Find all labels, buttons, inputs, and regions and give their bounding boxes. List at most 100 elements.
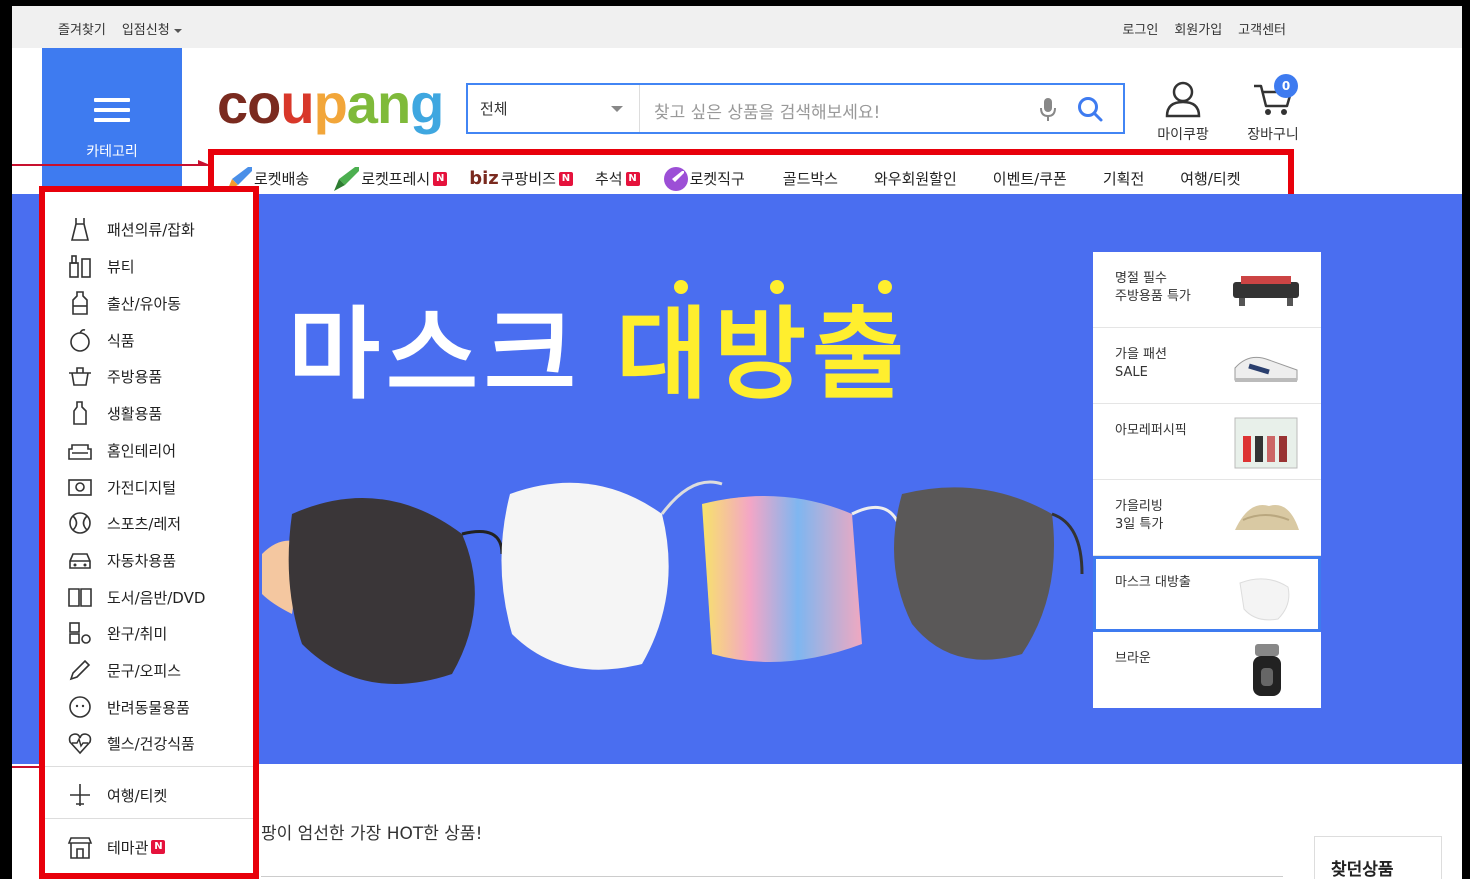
nav-item-label: 골드박스 bbox=[782, 170, 838, 188]
nav-exhibition[interactable]: 기획전 bbox=[1103, 168, 1144, 189]
category-label: 홈인테리어 bbox=[107, 441, 177, 460]
banner-title-yellow: 대방출 bbox=[616, 296, 910, 413]
annotation-arrow bbox=[12, 160, 210, 166]
dress-icon bbox=[70, 218, 90, 241]
new-badge: N bbox=[433, 171, 448, 186]
nav-item-label: 쿠팡비즈 bbox=[500, 170, 556, 188]
category-label: 헬스/건강식품 bbox=[107, 734, 195, 753]
nav-event-coupon[interactable]: 이벤트/쿠폰 bbox=[993, 168, 1067, 189]
decor-dot bbox=[770, 280, 784, 294]
detergent-icon bbox=[73, 401, 87, 425]
book-icon bbox=[68, 588, 92, 607]
category-item[interactable]: 패션의류/잡화 bbox=[67, 216, 195, 242]
search-icon[interactable] bbox=[1076, 95, 1104, 123]
ball-icon bbox=[69, 512, 91, 534]
nav-gold-box[interactable]: 골드박스 bbox=[783, 168, 838, 189]
category-label: 완구/취미 bbox=[107, 624, 168, 643]
seller-apply-link[interactable]: 입점신청 bbox=[122, 19, 182, 38]
airplane-icon bbox=[70, 784, 90, 806]
login-link[interactable]: 로그인 bbox=[1122, 19, 1158, 38]
shaver-icon bbox=[1253, 644, 1281, 696]
nav-item-label: 이벤트/쿠폰 bbox=[992, 170, 1067, 188]
category-item-theme[interactable]: 테마관 N bbox=[67, 834, 166, 860]
bookmark-link[interactable]: 즐겨찾기 bbox=[58, 19, 106, 38]
category-label: 출산/유아동 bbox=[107, 294, 182, 313]
search-category-value: 전체 bbox=[480, 100, 508, 118]
coupang-logo[interactable]: coupang bbox=[217, 74, 444, 134]
microphone-icon[interactable] bbox=[1038, 96, 1058, 122]
promo-item[interactable]: 브라운 bbox=[1093, 632, 1321, 708]
cosmetic-bottle-icon bbox=[69, 255, 91, 278]
dropdown-arrow-icon bbox=[611, 106, 623, 112]
pot-icon bbox=[69, 367, 91, 386]
category-item[interactable]: 완구/취미 bbox=[67, 620, 167, 646]
category-item[interactable]: 자동차용품 bbox=[67, 547, 176, 573]
promo-side-list: 명절 필수 주방용품 특가 가을 패션 SALE 아모레퍼시픽 가을리빙 3일 … bbox=[1093, 252, 1321, 708]
new-badge: N bbox=[625, 171, 640, 186]
category-item[interactable]: 헬스/건강식품 bbox=[67, 730, 195, 756]
category-label: 문구/오피스 bbox=[107, 661, 182, 680]
category-item-travel[interactable]: 여행/티켓 bbox=[67, 782, 167, 808]
mask-icon bbox=[1239, 578, 1290, 621]
search-category-select[interactable]: 전체 bbox=[468, 85, 640, 132]
category-item[interactable]: 식품 bbox=[67, 327, 135, 353]
nav-coupang-biz[interactable]: biz 쿠팡비즈 N bbox=[469, 168, 573, 189]
nav-rocket-fresh[interactable]: 로켓프레시 N bbox=[331, 165, 448, 193]
user-icon bbox=[1165, 81, 1201, 118]
page: 즐겨찾기 입점신청 로그인 회원가입 고객센터 카테고리 coupang 전체 … bbox=[12, 6, 1462, 879]
nav-rocket-global[interactable]: 로켓직구 bbox=[662, 165, 745, 193]
promo-item[interactable]: 아모레퍼시픽 bbox=[1093, 404, 1321, 480]
store-icon bbox=[67, 837, 93, 859]
category-item[interactable]: 홈인테리어 bbox=[67, 437, 176, 463]
recent-products-tab[interactable]: 찾던상품 bbox=[1314, 836, 1442, 879]
category-label: 여행/티켓 bbox=[107, 786, 168, 805]
nav-travel-ticket[interactable]: 여행/티켓 bbox=[1180, 168, 1240, 189]
nav-chuseok[interactable]: 추석 N bbox=[595, 168, 640, 189]
category-item[interactable]: 반려동물용품 bbox=[67, 694, 190, 720]
promo-item[interactable]: 가을 패션 SALE bbox=[1093, 328, 1321, 404]
rocket-green-icon bbox=[334, 166, 360, 191]
new-badge: N bbox=[558, 171, 573, 186]
hamburger-icon bbox=[94, 98, 130, 128]
biz-logo: biz bbox=[469, 168, 499, 189]
decor-dot bbox=[878, 280, 892, 294]
promo-item[interactable]: 가을리빙 3일 특가 bbox=[1093, 480, 1321, 556]
category-label: 식품 bbox=[107, 331, 135, 350]
category-item[interactable]: 스포츠/레저 bbox=[67, 510, 181, 536]
signup-link[interactable]: 회원가입 bbox=[1174, 19, 1222, 38]
banner-title-white: 마스크 bbox=[288, 296, 582, 413]
nav-item-label: 로켓프레시 bbox=[361, 170, 431, 188]
my-coupang-button[interactable]: 마이쿠팡 bbox=[1152, 78, 1214, 148]
category-item[interactable]: 생활용품 bbox=[67, 400, 162, 426]
heart-pulse-icon bbox=[68, 733, 92, 755]
decor-dot bbox=[674, 280, 688, 294]
top-utility-bar: 즐겨찾기 입점신청 로그인 회원가입 고객센터 bbox=[12, 6, 1462, 48]
category-item[interactable]: 도서/음반/DVD bbox=[67, 584, 205, 610]
divider bbox=[45, 766, 253, 767]
category-item[interactable]: 주방용품 bbox=[67, 363, 162, 389]
nav-item-label: 로켓배송 bbox=[254, 170, 310, 188]
promo-item[interactable]: 명절 필수 주방용품 특가 bbox=[1093, 252, 1321, 328]
category-sidebar: 패션의류/잡화 뷰티 출산/유아동 식품 주방용품 생활용품 홈인테리어 가전디… bbox=[39, 186, 259, 879]
category-item[interactable]: 출산/유아동 bbox=[67, 290, 181, 316]
divider bbox=[261, 876, 1283, 877]
nav-item-label: 기획전 bbox=[1102, 170, 1145, 188]
divider bbox=[45, 818, 253, 819]
category-menu-button[interactable]: 카테고리 bbox=[42, 48, 182, 188]
nav-item-label: 여행/티켓 bbox=[1180, 170, 1241, 188]
sneaker-icon bbox=[1234, 356, 1298, 382]
category-item[interactable]: 문구/오피스 bbox=[67, 657, 181, 683]
promo-item-active[interactable]: 마스크 대방출 bbox=[1093, 556, 1321, 632]
grill-icon bbox=[1233, 276, 1299, 306]
camera-icon bbox=[68, 479, 92, 496]
search-input[interactable]: 찾고 싶은 상품을 검색해보세요! bbox=[654, 98, 880, 123]
category-label: 생활용품 bbox=[107, 404, 163, 423]
customer-center-link[interactable]: 고객센터 bbox=[1238, 19, 1286, 38]
category-item[interactable]: 가전디지털 bbox=[67, 474, 176, 500]
category-item[interactable]: 뷰티 bbox=[67, 253, 135, 279]
cart-button[interactable]: 0 장바구니 bbox=[1240, 74, 1306, 148]
nav-item-label: 추석 bbox=[594, 170, 623, 188]
category-label: 패션의류/잡화 bbox=[107, 220, 195, 239]
nav-item-label: 로켓직구 bbox=[689, 170, 745, 188]
nav-wow-discount[interactable]: 와우회원할인 bbox=[874, 168, 957, 189]
